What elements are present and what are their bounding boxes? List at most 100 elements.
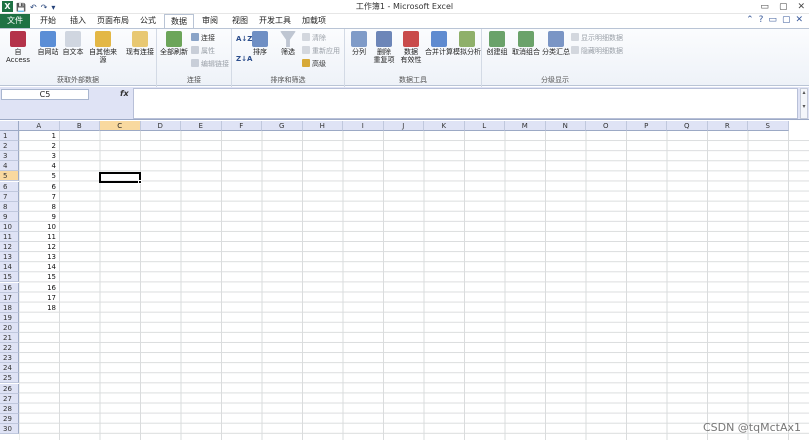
sort-descending-button[interactable]: Z↓A (236, 55, 252, 63)
hide-detail-button[interactable]: 隐藏明细数据 (571, 46, 623, 56)
row-header-29[interactable]: 29 (0, 413, 19, 424)
tab-formulas[interactable]: 公式 (134, 14, 162, 28)
cell-a13[interactable]: 13 (19, 252, 59, 262)
row-header-3[interactable]: 3 (0, 151, 19, 162)
formula-input[interactable] (133, 88, 798, 119)
row-header-22[interactable]: 22 (0, 343, 19, 354)
row-header-21[interactable]: 21 (0, 333, 19, 343)
column-header-g[interactable]: G (262, 121, 303, 131)
cell-a7[interactable]: 7 (19, 192, 59, 202)
row-header-16[interactable]: 16 (0, 282, 19, 293)
row-header-28[interactable]: 28 (0, 403, 19, 414)
row-header-4[interactable]: 4 (0, 161, 19, 172)
row-header-27[interactable]: 27 (0, 393, 19, 404)
row-header-5[interactable]: 5 (0, 171, 19, 182)
cell-a16[interactable]: 16 (19, 283, 59, 293)
cell-a18[interactable]: 18 (19, 303, 59, 313)
window-close-icon[interactable]: ✕ (795, 15, 803, 25)
row-header-11[interactable]: 11 (0, 232, 19, 242)
insert-function-icon[interactable]: fx (120, 89, 129, 98)
connections-button[interactable]: 连接 (191, 33, 215, 43)
cell-a6[interactable]: 6 (19, 182, 59, 192)
minimize-button[interactable]: ▭ (760, 2, 769, 12)
column-header-p[interactable]: P (626, 121, 667, 131)
column-header-n[interactable]: N (545, 121, 586, 131)
row-header-13[interactable]: 13 (0, 252, 19, 263)
window-restore-icon[interactable]: ▭ (768, 15, 777, 25)
row-header-9[interactable]: 9 (0, 211, 19, 222)
cell-a2[interactable]: 2 (19, 141, 59, 151)
ungroup-button[interactable]: 取消组合 (511, 31, 541, 56)
remove-duplicates-button[interactable]: 删除 重复项 (371, 31, 397, 64)
column-header-j[interactable]: J (383, 121, 424, 131)
row-header-24[interactable]: 24 (0, 363, 19, 374)
row-header-15[interactable]: 15 (0, 272, 19, 283)
row-header-23[interactable]: 23 (0, 353, 19, 364)
column-header-a[interactable]: A (19, 121, 60, 131)
row-header-10[interactable]: 10 (0, 221, 19, 232)
tab-view[interactable]: 视图 (226, 14, 254, 28)
cell-a5[interactable]: 5 (19, 171, 59, 181)
help-icon[interactable]: ? (759, 15, 764, 25)
row-header-19[interactable]: 19 (0, 312, 19, 323)
name-box[interactable]: C5 (1, 89, 89, 100)
row-header-1[interactable]: 1 (0, 131, 19, 141)
column-header-e[interactable]: E (181, 121, 222, 131)
column-header-o[interactable]: O (586, 121, 627, 131)
row-header-12[interactable]: 12 (0, 242, 19, 253)
tab-review[interactable]: 审阅 (196, 14, 224, 28)
cell-a17[interactable]: 17 (19, 293, 59, 303)
cell-a3[interactable]: 3 (19, 151, 59, 161)
column-header-h[interactable]: H (302, 121, 343, 131)
group-button[interactable]: 创建组 (485, 31, 509, 56)
edit-links-button[interactable]: 编辑链接 (191, 59, 229, 69)
formula-bar-scroll[interactable]: ▴ ▾ (800, 88, 808, 119)
filter-button[interactable]: 筛选 (277, 31, 299, 56)
column-header-r[interactable]: R (707, 121, 748, 131)
select-all-corner[interactable] (0, 121, 19, 131)
properties-button[interactable]: 属性 (191, 46, 215, 56)
cell-a8[interactable]: 8 (19, 202, 59, 212)
row-header-7[interactable]: 7 (0, 191, 19, 202)
maximize-button[interactable]: ▢ (779, 2, 788, 12)
column-header-b[interactable]: B (59, 121, 100, 131)
row-header-25[interactable]: 25 (0, 373, 19, 384)
window-small-icon[interactable]: ▢ (782, 15, 791, 25)
cell-a14[interactable]: 14 (19, 262, 59, 272)
row-header-8[interactable]: 8 (0, 201, 19, 212)
consolidate-button[interactable]: 合并计算 (425, 31, 453, 56)
show-detail-button[interactable]: 显示明细数据 (571, 33, 623, 43)
tab-addins[interactable]: 加载项 (298, 14, 330, 28)
cell-a4[interactable]: 4 (19, 161, 59, 171)
column-header-s[interactable]: S (748, 121, 789, 131)
row-header-18[interactable]: 18 (0, 302, 19, 313)
tab-file[interactable]: 文件 (0, 14, 30, 28)
cell-a12[interactable]: 12 (19, 242, 59, 252)
column-header-c[interactable]: C (100, 121, 141, 131)
worksheet-grid[interactable]: A B C D E F G H I J K L M N O P Q R S 1 2 3 4 5 6 7 8 9 10 11 12 13 14 15… (0, 121, 809, 440)
row-header-20[interactable]: 20 (0, 322, 19, 333)
from-web-button[interactable]: 自网站 (36, 31, 60, 56)
minimize-ribbon-icon[interactable]: ⌃ (746, 15, 754, 25)
row-header-30[interactable]: 30 (0, 423, 19, 434)
cell-a1[interactable]: 1 (19, 131, 59, 141)
sort-button[interactable]: 排序 (250, 31, 270, 56)
column-header-q[interactable]: Q (667, 121, 708, 131)
close-button[interactable]: ✕ (797, 2, 805, 12)
tab-page-layout[interactable]: 页面布局 (94, 14, 132, 28)
fill-handle[interactable] (138, 180, 142, 184)
from-text-button[interactable]: 自文本 (61, 31, 85, 56)
advanced-filter-button[interactable]: 高级 (302, 59, 326, 69)
column-header-l[interactable]: L (464, 121, 505, 131)
column-header-f[interactable]: F (221, 121, 262, 131)
from-other-sources-button[interactable]: 自其他来源 (86, 31, 120, 64)
reapply-button[interactable]: 重新应用 (302, 46, 340, 56)
tab-data[interactable]: 数据 (164, 14, 194, 28)
row-header-6[interactable]: 6 (0, 181, 19, 192)
clear-filter-button[interactable]: 清除 (302, 33, 326, 43)
column-header-d[interactable]: D (140, 121, 181, 131)
row-header-26[interactable]: 26 (0, 383, 19, 394)
row-header-17[interactable]: 17 (0, 292, 19, 303)
column-header-i[interactable]: I (343, 121, 384, 131)
active-cell[interactable] (99, 172, 141, 183)
